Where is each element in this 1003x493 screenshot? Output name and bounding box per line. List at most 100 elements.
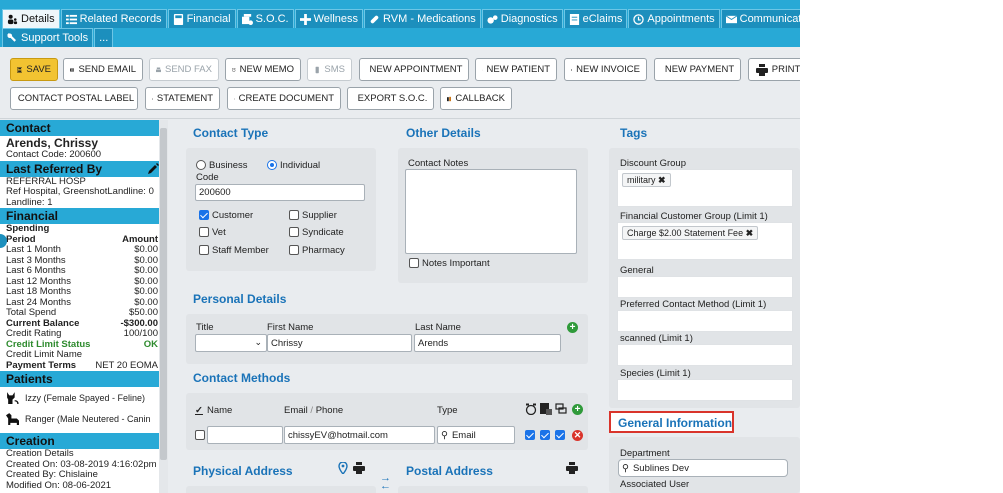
remove-tag-icon[interactable]: ✖ [658,175,666,185]
last-name-input[interactable]: Arends [414,334,561,352]
pharmacy-checkbox[interactable]: Pharmacy [289,245,345,256]
syndicate-check[interactable] [289,227,299,238]
new-memo-button[interactable]: NEW MEMO [225,58,301,81]
map-pin-icon[interactable] [337,462,349,474]
notes-important-checkbox[interactable]: Notes Important [409,258,490,269]
print-button[interactable]: PRINT [748,58,800,81]
calculator-icon [173,13,183,25]
new-appointment-button[interactable]: NEW APPOINTMENT [359,58,469,81]
tab-diagnostics[interactable]: Diagnostics [481,9,563,28]
financial-customer-group-box[interactable]: Charge $2.00 Statement Fee ✖ [617,222,793,260]
patient-item[interactable]: Ranger (Male Neutered - Canin [0,408,167,429]
pencil-icon[interactable] [147,162,159,175]
tab-communication[interactable]: Communication [720,9,800,28]
tag-chip[interactable]: military ✖ [622,173,671,187]
pill-icon [370,15,379,23]
spending-label: Spending [6,223,50,234]
sms-button[interactable]: SMS [307,58,352,81]
document-icon [569,13,579,25]
new-patient-button[interactable]: NEW PATIENT [475,58,557,81]
statement-icon [152,98,153,99]
notes-important-check[interactable] [409,258,419,269]
new-payment-button[interactable]: NEW PAYMENT [654,58,741,81]
check-all-icon[interactable]: ✓ [195,405,203,416]
print-icon[interactable] [353,462,365,474]
marketing-checkbox[interactable] [555,430,565,440]
financial-heading: Financial [0,208,167,224]
code-input[interactable]: 200600 [195,184,365,201]
alarm-clock-icon[interactable] [525,403,537,415]
tab-wellness[interactable]: Wellness [294,9,364,28]
business-radio[interactable]: Business [196,160,248,171]
print-icon[interactable] [566,462,578,474]
preferred-contact-box[interactable] [617,310,793,332]
pharmacy-check[interactable] [289,245,299,256]
customer-check[interactable] [199,210,209,221]
business-radio-circle[interactable] [196,160,206,171]
first-name-input[interactable]: Chrissy [267,334,412,352]
diagnostics-icon [487,14,498,24]
invoice-icon[interactable] [540,403,552,415]
species-box[interactable] [617,379,793,401]
copy-address-arrows-icon[interactable]: → ← [380,473,391,492]
payment-terms: Payment Terms NET 20 EOMA [6,359,158,371]
scanned-box[interactable] [617,344,793,366]
tag-chip[interactable]: Charge $2.00 Statement Fee ✖ [622,226,759,240]
contact-name-input[interactable] [207,426,283,444]
statement-button[interactable]: STATEMENT [145,87,220,110]
type-select[interactable]: ⚲ Email [437,426,515,444]
email-input[interactable]: chissyEV@hotmail.com [284,426,435,444]
tab-details[interactable]: Details [2,9,60,28]
patient-item[interactable]: Izzy (Female Spayed - Feline) [0,387,167,408]
tab-support-tools[interactable]: Support Tools [2,28,94,47]
sidebar-scrollbar[interactable] [159,120,168,493]
staff-member-check[interactable] [199,245,209,256]
syndicate-checkbox[interactable]: Syndicate [289,227,344,238]
chat-icon[interactable] [555,403,567,415]
tab-appointments[interactable]: Appointments [628,9,720,28]
contact-notes-textarea[interactable] [405,169,577,254]
row-select-checkbox[interactable] [195,430,205,440]
scrollbar-thumb[interactable] [160,128,167,460]
export-soc-button[interactable]: EXPORT S.O.C. [347,87,434,110]
fax-icon [156,67,161,72]
save-button[interactable]: SAVE [10,58,58,81]
supplier-checkbox[interactable]: Supplier [289,210,337,221]
staff-member-checkbox[interactable]: Staff Member [199,245,269,256]
envelope-icon [725,14,737,23]
callback-button[interactable]: CALLBACK [440,87,512,110]
tab-more[interactable]: ... [94,28,114,47]
customer-checkbox[interactable]: Customer [199,210,253,221]
tab-eclaims[interactable]: eClaims [563,9,628,28]
delete-row-icon[interactable]: ✕ [572,430,583,441]
send-fax-button[interactable]: SEND FAX [149,58,219,81]
reminder-checkbox[interactable] [525,430,535,440]
scanned-label: scanned (Limit 1) [620,333,693,344]
invoice-checkbox[interactable] [540,430,550,440]
tab-soc[interactable]: S.O.C. [236,9,294,28]
remove-tag-icon[interactable]: ✖ [746,228,754,238]
department-select[interactable]: ⚲ Sublines Dev [618,459,788,477]
dog-icon [6,413,19,425]
cat-icon [7,392,19,404]
send-email-button[interactable]: SEND EMAIL [63,58,143,81]
add-person-icon[interactable]: + [567,322,578,333]
supplier-check[interactable] [289,210,299,221]
contact-postal-label-button[interactable]: CONTACT POSTAL LABEL [10,87,138,110]
individual-radio[interactable]: Individual [267,160,320,171]
tab-financial[interactable]: Financial [167,9,236,28]
discount-group-box[interactable]: military ✖ [617,169,793,207]
vet-check[interactable] [199,227,209,238]
tab-rvm-medications[interactable]: RVM - Medications [364,9,481,28]
new-invoice-button[interactable]: NEW INVOICE [564,58,647,81]
tab-related-records[interactable]: Related Records [60,9,167,28]
vet-checkbox[interactable]: Vet [199,227,226,238]
create-document-button[interactable]: CREATE DOCUMENT [227,87,341,110]
callback-icon [447,96,452,101]
title-select[interactable]: ⌄ [195,334,267,352]
associated-user-label: Associated User [620,479,690,490]
add-contact-method-icon[interactable]: + [572,404,583,415]
creation-line: Creation Details [6,448,74,459]
general-tags-box[interactable] [617,276,793,298]
individual-radio-circle[interactable] [267,160,277,171]
